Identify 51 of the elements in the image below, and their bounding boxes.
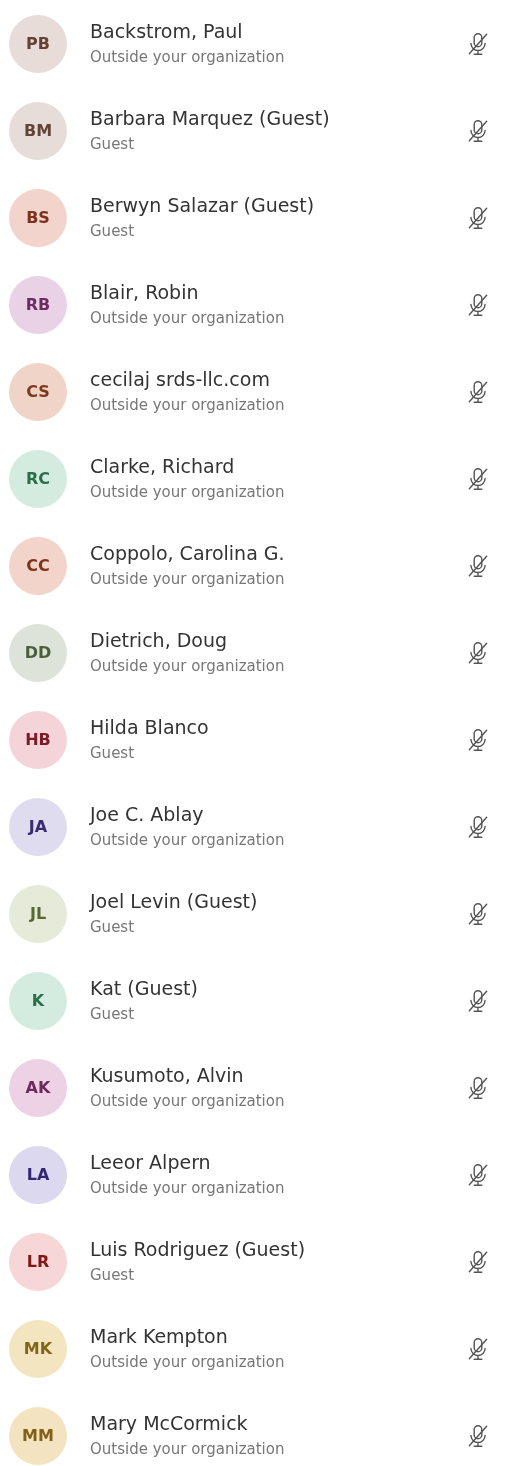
participant-name: Joe C. Ablay: [90, 802, 205, 827]
avatar: LA: [9, 1145, 67, 1204]
participant-status: Outside your organization: [90, 830, 286, 851]
participant-status: Outside your organization: [90, 656, 286, 677]
avatar: DD: [9, 623, 67, 682]
participant-status: Outside your organization: [90, 308, 286, 329]
participant-name: Berwyn Salazar (Guest): [90, 193, 316, 218]
avatar: MK: [9, 1319, 67, 1378]
participant-name: Leeor Alpern: [90, 1150, 212, 1175]
participant-status: Outside your organization: [90, 47, 286, 68]
avatar: HB: [9, 710, 67, 769]
participant-name: Barbara Marquez (Guest): [90, 106, 331, 131]
participant-name: Joel Levin (Guest): [90, 889, 259, 914]
participant-name: Mary McCormick: [90, 1411, 249, 1436]
participant-name: Backstrom, Paul: [90, 19, 244, 44]
avatar: RB: [9, 275, 67, 334]
participant-status: Guest: [90, 743, 136, 764]
participant-status: Outside your organization: [90, 1352, 286, 1373]
participant-name: Mark Kempton: [90, 1324, 229, 1349]
avatar: BM: [9, 101, 67, 160]
participant-status: Guest: [90, 134, 136, 155]
avatar: PB: [9, 14, 67, 73]
participant-name: Kat (Guest): [90, 976, 199, 1001]
participant-name: Dietrich, Doug: [90, 628, 229, 653]
participant-status: Outside your organization: [90, 1091, 286, 1112]
participant-status: Outside your organization: [90, 1439, 286, 1460]
avatar: JL: [9, 884, 67, 943]
participant-status: Guest: [90, 1265, 136, 1286]
participant-status: Guest: [90, 221, 136, 242]
participant-status: Guest: [90, 917, 136, 938]
avatar: AK: [9, 1058, 67, 1117]
participant-name: cecilaj srds-llc.com: [90, 367, 271, 392]
participant-name: Luis Rodriguez (Guest): [90, 1237, 307, 1262]
participant-status: Outside your organization: [90, 1178, 286, 1199]
avatar: RC: [9, 449, 67, 508]
avatar: LR: [9, 1232, 67, 1291]
participant-name: Hilda Blanco: [90, 715, 210, 740]
avatar: K: [9, 971, 67, 1030]
participant-status: Outside your organization: [90, 569, 286, 590]
avatar: JA: [9, 797, 67, 856]
avatar: BS: [9, 188, 67, 247]
participant-status: Guest: [90, 1004, 136, 1025]
participant-status: Outside your organization: [90, 482, 286, 503]
participant-status: Outside your organization: [90, 395, 286, 416]
participant-name: Kusumoto, Alvin: [90, 1063, 245, 1088]
avatar: CC: [9, 536, 67, 595]
participant-name: Clarke, Richard: [90, 454, 236, 479]
avatar: CS: [9, 362, 67, 421]
participant-name: Blair, Robin: [90, 280, 200, 305]
participant-name: Coppolo, Carolina G.: [90, 541, 286, 566]
avatar: MM: [9, 1406, 67, 1465]
